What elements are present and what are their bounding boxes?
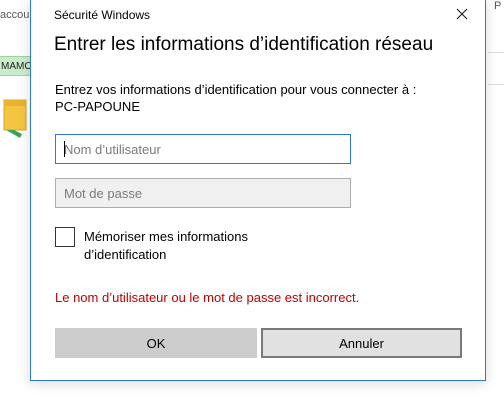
close-button[interactable] [447, 3, 477, 29]
error-message: Le nom d’utilisateur ou le mot de passe … [55, 290, 360, 305]
dialog-heading: Entrer les informations d’identification… [54, 34, 434, 55]
dialog-titlebar[interactable]: Sécurité Windows [31, 0, 485, 29]
target-computer-name: PC-PAPOUNE [55, 99, 140, 114]
folder-icon [0, 96, 30, 146]
remember-credentials-checkbox[interactable] [55, 227, 75, 247]
connect-prompt: Entrez vos informations d’identification… [55, 82, 417, 97]
ok-button[interactable]: OK [55, 328, 257, 358]
background-window-text-right: P [494, 0, 502, 12]
username-input[interactable] [55, 134, 351, 164]
remember-credentials-label[interactable]: Mémoriser mes informations d’identificat… [84, 228, 304, 264]
close-icon [456, 7, 468, 25]
background-divider [488, 52, 504, 53]
text-cursor [64, 141, 65, 157]
cancel-button[interactable]: Annuler [261, 328, 462, 358]
credentials-dialog: Sécurité Windows Entrer les informations… [30, 0, 486, 381]
password-input[interactable] [55, 178, 351, 208]
background-divider [488, 84, 504, 85]
background-window-text: accou [0, 9, 30, 21]
dialog-title: Sécurité Windows [54, 8, 151, 22]
background-selected-row: MAMO [0, 56, 32, 76]
